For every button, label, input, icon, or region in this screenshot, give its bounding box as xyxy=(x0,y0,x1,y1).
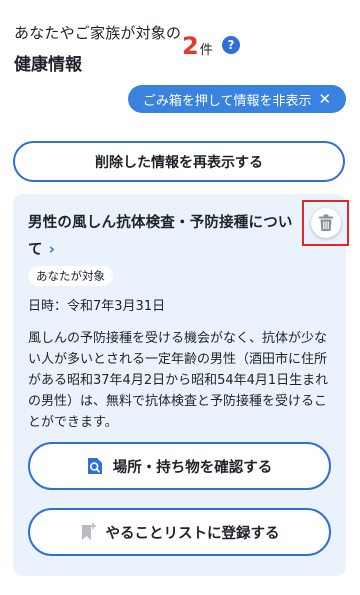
target-badge: あなたが対象 xyxy=(28,266,113,286)
health-info-header: あなたやご家族が対象の 健康情報 2件 ? xyxy=(14,22,348,82)
add-todo-button[interactable]: やることリストに登録する xyxy=(28,508,331,556)
hide-info-chip[interactable]: ごみ箱を押して情報を非表示 ✕ xyxy=(128,85,346,113)
page-title: 健康情報 xyxy=(14,55,82,75)
health-info-card: 男性の風しん抗体検査・予防接種について › あなたが対象 日時：令和7年3月31日… xyxy=(13,194,349,576)
card-description: 風しんの予防接種を受ける機会がなく、抗体が少ない人が多いとされる一定年齢の男性（… xyxy=(28,331,329,430)
check-location-button[interactable]: 場所・持ち物を確認する xyxy=(28,442,331,490)
card-title: 男性の風しん抗体検査・予防接種について xyxy=(28,215,293,258)
count-unit: 件 xyxy=(199,43,213,58)
chevron-right-icon: › xyxy=(48,240,56,258)
event-date: 日時：令和7年3月31日 xyxy=(28,299,166,314)
add-todo-label: やることリストに登録する xyxy=(105,525,280,542)
header-subtitle: あなたやご家族が対象の xyxy=(14,24,182,42)
trash-icon xyxy=(318,214,333,231)
hide-info-chip-label: ごみ箱を押して情報を非表示 xyxy=(142,93,312,109)
close-icon[interactable]: ✕ xyxy=(319,91,332,107)
trash-button[interactable] xyxy=(310,208,341,238)
redisplay-deleted-button[interactable]: 削除した情報を再表示する xyxy=(13,141,345,182)
trash-highlight-frame xyxy=(302,200,349,246)
bookmark-add-icon xyxy=(80,523,96,541)
card-title-link[interactable]: 男性の風しん抗体検査・予防接種について › xyxy=(28,210,298,263)
search-document-icon xyxy=(87,457,103,475)
help-icon[interactable]: ? xyxy=(222,36,240,54)
check-location-label: 場所・持ち物を確認する xyxy=(112,459,273,476)
info-count: 2件 xyxy=(182,32,213,60)
count-number: 2 xyxy=(182,32,199,60)
